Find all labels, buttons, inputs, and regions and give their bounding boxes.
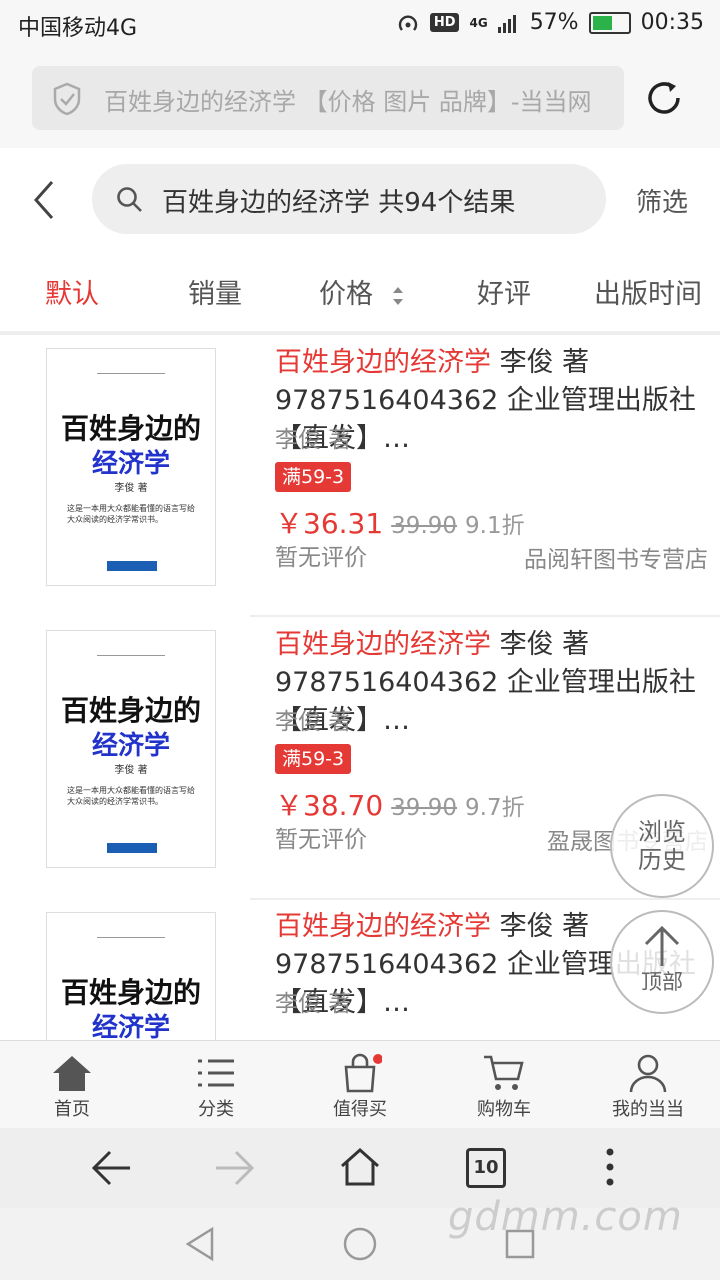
filter-button[interactable]: 筛选	[636, 182, 688, 219]
nav-home-label: 首页	[54, 1099, 90, 1120]
search-input[interactable]: 百姓身边的经济学 共94个结果	[92, 164, 606, 234]
product-author: 李俊 著	[275, 991, 352, 1017]
nav-deals[interactable]: 值得买	[288, 1041, 432, 1129]
shield-icon	[53, 82, 81, 116]
nav-deals-label: 值得买	[333, 1099, 387, 1120]
cover-title-line2: 经济学	[91, 731, 170, 761]
cover-title-line1: 百姓身边的	[60, 412, 201, 445]
clock: 00:35	[640, 10, 704, 35]
history-button[interactable]: 浏览 历史	[610, 794, 714, 898]
user-icon	[629, 1054, 667, 1093]
cover-desc: 这是一本用大众都能看懂的语言写给大众阅读的经济学常识书。	[67, 504, 195, 524]
cover-author: 李俊 著	[114, 483, 148, 494]
price-row: ￥36.31 39.90 9.1折	[275, 502, 525, 542]
discount: 9.7折	[465, 795, 525, 821]
price: ￥38.70	[275, 789, 384, 822]
book-cover[interactable]: 百姓身边的 经济学	[46, 912, 216, 1041]
url-text: 百姓身边的经济学 【价格 图片 品牌】-当当网	[104, 88, 592, 116]
cover-header	[97, 923, 165, 938]
home-icon	[53, 1056, 91, 1091]
nav-category[interactable]: 分类	[144, 1041, 288, 1129]
tab-count: 10	[473, 1157, 499, 1178]
url-bar[interactable]: 百姓身边的经济学 【价格 图片 品牌】-当当网	[32, 66, 624, 130]
cover-title-line2: 经济学	[91, 449, 170, 479]
nav-category-label: 分类	[198, 1099, 234, 1120]
review-status: 暂无评价	[275, 545, 367, 571]
publisher-logo	[107, 843, 157, 853]
watermark: gdmm.com	[448, 1194, 683, 1240]
cover-desc: 这是一本用大众都能看懂的语言写给大众阅读的经济学常识书。	[67, 786, 195, 806]
price: ￥36.31	[275, 507, 384, 540]
publisher-logo	[107, 561, 157, 571]
system-home-icon[interactable]	[342, 1226, 378, 1262]
shop-name[interactable]: 品阅轩图书专营店	[524, 540, 708, 574]
title-highlight: 百姓身边的经济学	[275, 347, 491, 378]
original-price: 39.90	[391, 795, 458, 821]
nav-home[interactable]: 首页	[0, 1041, 144, 1129]
nav-cart-label: 购物车	[477, 1099, 531, 1120]
back-icon[interactable]	[90, 1148, 132, 1188]
cover-header	[97, 641, 165, 656]
battery-icon	[588, 11, 631, 34]
book-cover[interactable]: 百姓身边的 经济学 李俊 著 这是一本用大众都能看懂的语言写给大众阅读的经济学常…	[46, 630, 216, 868]
review-status: 暂无评价	[275, 827, 367, 853]
discount: 9.1折	[465, 513, 525, 539]
tab-rating[interactable]: 好评	[477, 272, 531, 311]
promo-badge: 满59-3	[275, 462, 352, 492]
cart-icon	[484, 1055, 524, 1090]
tab-price[interactable]: 价格	[319, 272, 406, 311]
carrier-label: 中国移动4G	[18, 16, 138, 41]
network-label: 4G	[469, 15, 488, 30]
divider	[250, 615, 720, 617]
nav-my-label: 我的当当	[612, 1099, 684, 1120]
promo-badge: 满59-3	[275, 744, 352, 774]
original-price: 39.90	[391, 513, 458, 539]
search-query: 百姓身边的经济学 共94个结果	[162, 188, 516, 218]
cover-header	[97, 359, 165, 374]
tab-price-label: 价格	[319, 279, 373, 310]
tab-publish-date[interactable]: 出版时间	[594, 272, 702, 311]
more-icon[interactable]	[600, 1146, 620, 1188]
history-label-1: 浏览	[638, 818, 686, 846]
home-browser-icon[interactable]	[338, 1146, 382, 1188]
hotspot-icon	[398, 15, 417, 31]
refresh-icon[interactable]	[644, 78, 684, 118]
list-icon	[198, 1059, 234, 1087]
battery-percent: 57%	[529, 10, 579, 35]
nav-my-dangdang[interactable]: 我的当当	[576, 1041, 720, 1129]
search-icon	[117, 187, 142, 212]
hd-badge: HD	[429, 13, 460, 32]
divider	[0, 331, 720, 335]
title-highlight: 百姓身边的经济学	[275, 629, 491, 660]
sort-arrows-icon	[392, 286, 403, 305]
top-label: 顶部	[641, 970, 683, 994]
title-highlight: 百姓身边的经济学	[275, 911, 491, 942]
nav-cart[interactable]: 购物车	[432, 1041, 576, 1129]
tab-default[interactable]: 默认	[45, 272, 99, 311]
divider	[250, 898, 720, 900]
cover-title-line2: 经济学	[91, 1013, 170, 1041]
price-row: ￥38.70 39.90 9.7折	[275, 784, 525, 824]
cover-author: 李俊 著	[114, 765, 148, 776]
cover-title-line1: 百姓身边的	[60, 976, 201, 1009]
back-arrow-icon[interactable]	[30, 180, 58, 220]
bag-icon	[344, 1053, 383, 1093]
product-author: 李俊 著	[275, 709, 352, 735]
cover-title-line1: 百姓身边的	[60, 694, 201, 727]
tab-sales[interactable]: 销量	[188, 272, 242, 311]
bottom-nav: 首页 分类 值得买 购物车 我的当当	[0, 1040, 720, 1129]
system-back-icon[interactable]	[184, 1226, 216, 1262]
history-label-2: 历史	[638, 846, 686, 874]
signal-icon	[497, 14, 516, 33]
book-cover[interactable]: 百姓身边的 经济学 李俊 著 这是一本用大众都能看懂的语言写给大众阅读的经济学常…	[46, 348, 216, 586]
status-bar: 中国移动4G HD 4G 57% 00:35	[0, 0, 720, 52]
status-icons: HD 4G 57% 00:35	[396, 10, 704, 35]
back-to-top-button[interactable]: 顶部	[610, 910, 714, 1014]
forward-icon[interactable]	[214, 1148, 256, 1188]
arrow-up-icon	[644, 925, 680, 966]
product-author: 李俊 著	[275, 427, 352, 453]
tabs-button[interactable]: 10	[466, 1148, 506, 1188]
